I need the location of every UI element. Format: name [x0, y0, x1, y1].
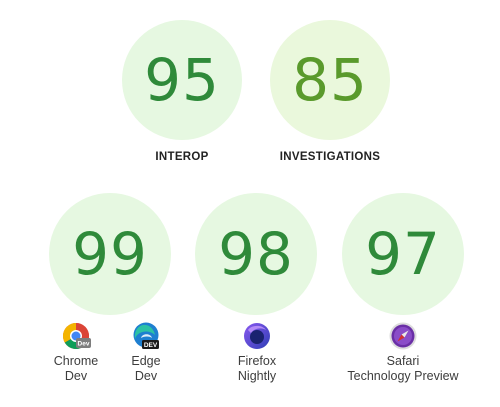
chrome-edge-score-circle: 99 [49, 193, 171, 315]
firefox-nightly-browser: Firefox Nightly [222, 321, 292, 384]
firefox-score-circle: 98 [195, 193, 317, 315]
firefox-name-line1: Firefox [237, 354, 277, 368]
interop-score: 95 [144, 46, 220, 114]
chrome-dev-browser: Dev Chrome Dev [48, 321, 104, 384]
safari-name-line1: Safari [386, 354, 420, 368]
chrome-name-line1: Chrome [53, 354, 99, 368]
svg-text:Dev: Dev [78, 341, 90, 348]
chrome-name-line2: Dev [64, 369, 88, 383]
safari-tp-browser: Safari Technology Preview [338, 321, 468, 384]
svg-text:DEV: DEV [144, 342, 158, 349]
chrome-edge-score: 99 [72, 220, 148, 288]
safari-score: 97 [365, 220, 441, 288]
investigations-score-circle: 85 [270, 20, 390, 140]
edge-dev-icon: DEV [133, 322, 159, 349]
edge-dev-browser: DEV Edge Dev [124, 321, 168, 384]
interop-label: INTEROP [155, 151, 209, 163]
firefox-nightly-icon [244, 323, 270, 349]
investigations-score: 85 [292, 46, 368, 114]
safari-score-circle: 97 [342, 193, 464, 315]
investigations-label: INVESTIGATIONS [279, 151, 381, 163]
chrome-dev-icon: Dev [62, 323, 91, 350]
safari-name-line2: Technology Preview [347, 369, 459, 383]
firefox-name-line2: Nightly [237, 369, 277, 383]
edge-name-line2: Dev [134, 369, 158, 383]
edge-name-line1: Edge [131, 354, 161, 368]
firefox-score: 98 [218, 220, 294, 288]
interop-score-circle: 95 [122, 20, 242, 140]
safari-technology-preview-icon [389, 322, 417, 350]
